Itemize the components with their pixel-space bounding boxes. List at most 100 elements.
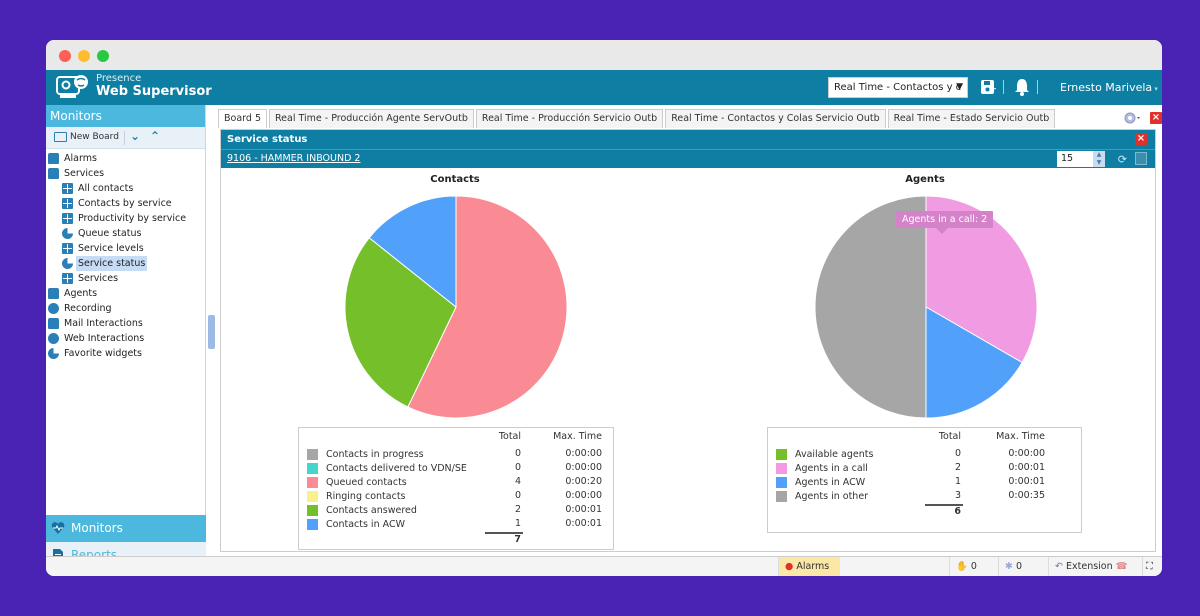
board-tabs: Board 5 Real Time - Producción Agente Ser… [218,109,1057,128]
chart-legend: Total Max. Time Available agents 0 0:00:00 Ag… [767,427,1082,533]
sidebar-item-services[interactable]: Services [46,271,206,286]
app-header: Presence Web Supervisor Real Time - Cont… [46,70,1162,105]
bell-icon [48,153,59,164]
new-board-label: New Board [70,132,119,142]
sidebar-collapse-handle[interactable] [208,315,215,349]
phone-icon [48,168,59,179]
legend-item[interactable]: Ringing contacts [307,489,406,503]
sidebar-item-label: Services [78,273,119,284]
sidebar-item-services[interactable]: Services [46,166,206,181]
legend-item[interactable]: Contacts answered [307,503,417,517]
tab-0[interactable]: Board 5 [218,109,267,128]
export-icon[interactable] [1135,152,1147,165]
tab-2[interactable]: Real Time - Producción Servicio Outb [475,109,664,128]
sidebar-item-label: Web Interactions [64,333,145,344]
tab-4[interactable]: Real Time - Estado Servicio Outb [887,109,1056,128]
sidebar-item-queue-status[interactable]: Queue status [46,226,206,241]
legend-label: Agents in other [795,490,869,502]
legend-max-time: 0:00:00 [565,490,602,501]
brand-small: Presence [96,73,142,84]
chart-title: Agents [905,174,945,185]
legend-swatch [307,490,318,502]
legend-swatch [776,476,787,488]
caret-down-icon: ▾ [1152,85,1158,93]
legend-item[interactable]: Agents in a call [776,461,868,475]
legend-item[interactable]: Agents in other [776,489,868,503]
legend-grand-total: 7 [514,534,521,545]
tab-3[interactable]: Real Time - Contactos y Colas Servicio O… [665,109,886,128]
close-window-button[interactable] [59,50,71,62]
legend-total-value: 4 [514,476,521,487]
record-icon [48,303,59,314]
sidebar-item-web-interactions[interactable]: Web Interactions [46,331,206,346]
board-select-value: Real Time - Contactos y c [834,82,962,93]
legend-item[interactable]: Available agents [776,447,873,461]
phone-icon: ↶ [1055,561,1063,572]
gear-icon[interactable] [1124,111,1140,125]
sidebar-item-mail-interactions[interactable]: Mail Interactions [46,316,206,331]
divider [124,131,125,145]
minimize-window-button[interactable] [78,50,90,62]
sidebar-item-all-contacts[interactable]: All contacts [46,181,206,196]
legend-item[interactable]: Contacts in progress [307,447,424,461]
nav-monitors[interactable]: Monitors [46,515,206,542]
bell-icon[interactable] [1014,78,1030,96]
close-board-icon[interactable]: × [1150,112,1162,124]
sidebar-item-productivity-by-service[interactable]: Productivity by service [46,211,206,226]
sidebar-item-service-levels[interactable]: Service levels [46,241,206,256]
extension-status[interactable]: ↶ Extension ☎ [1048,557,1136,576]
heartbeat-icon [51,522,65,534]
pie-slice-agents-in-other[interactable] [814,195,927,419]
legend-swatch [776,448,787,460]
sidebar-item-agents[interactable]: Agents [46,286,206,301]
legend-item[interactable]: Contacts delivered to VDN/SE [307,461,467,475]
caret-down-icon: ▼ [956,82,963,92]
new-board-button[interactable]: New Board [54,132,119,142]
chat-status[interactable]: ✱ 0 [998,557,1044,576]
board-select[interactable]: Real Time - Contactos y c ▼ [828,77,968,98]
legend-max-time: 0:00:01 [565,518,602,529]
refresh-icon[interactable]: ⟳ [1118,153,1127,166]
sidebar-item-alarms[interactable]: Alarms [46,151,206,166]
sidebar-item-favorite-widgets[interactable]: Favorite widgets [46,346,206,361]
alarm-icon: ● [785,561,794,572]
tab-1[interactable]: Real Time - Producción Agente ServOutb [268,109,474,128]
board-icon [54,132,67,142]
hand-status[interactable]: ✋ 0 [949,557,995,576]
legend-swatch [307,462,318,474]
brand-title: Web Supervisor [96,84,212,99]
refresh-interval-input[interactable]: 15 ▲ ▼ [1057,151,1105,167]
close-widget-icon[interactable]: × [1135,133,1147,145]
sidebar-item-label: Recording [64,303,112,314]
sidebar-item-label: Alarms [64,153,97,164]
legend-label: Agents in ACW [795,476,866,488]
collapse-all-icon[interactable]: ⌃ [150,129,160,143]
chat-count: 0 [1016,561,1023,572]
service-link[interactable]: 9106 - HAMMER INBOUND 2 [227,153,360,164]
legend-item[interactable]: Queued contacts [307,475,407,489]
grid-icon [62,183,73,194]
sidebar-item-recording[interactable]: Recording [46,301,206,316]
user-menu[interactable]: Ernesto Marivela ▾ [1060,81,1158,94]
sidebar-item-label: Service levels [78,243,144,254]
chart-tooltip: Agents in a call: 2 [896,211,994,234]
legend-total-value: 0 [514,448,521,459]
sidebar-item-contacts-by-service[interactable]: Contacts by service [46,196,206,211]
fullscreen-icon[interactable]: ⛶ [1142,557,1162,576]
expand-all-icon[interactable]: ⌄ [130,129,140,143]
legend-item[interactable]: Contacts in ACW [307,517,405,531]
divider [1037,80,1038,94]
sidebar-toolbar: New Board ⌄ ⌃ [46,127,205,149]
legend-total-value: 0 [954,448,961,459]
save-icon[interactable] [980,79,996,95]
legend-item[interactable]: Agents in ACW [776,475,865,489]
maximize-window-button[interactable] [97,50,109,62]
alarms-status[interactable]: ● Alarms [778,557,840,576]
grid-icon [62,243,73,254]
panel-header: Service status × [221,130,1155,149]
sidebar-item-service-status[interactable]: Service status [46,256,206,271]
sidebar-item-label: Services [64,168,105,179]
spinner-arrows[interactable]: ▲ ▼ [1093,151,1105,167]
legend-max-time: 0:00:20 [565,476,602,487]
chat-icon: ✱ [1005,561,1013,572]
